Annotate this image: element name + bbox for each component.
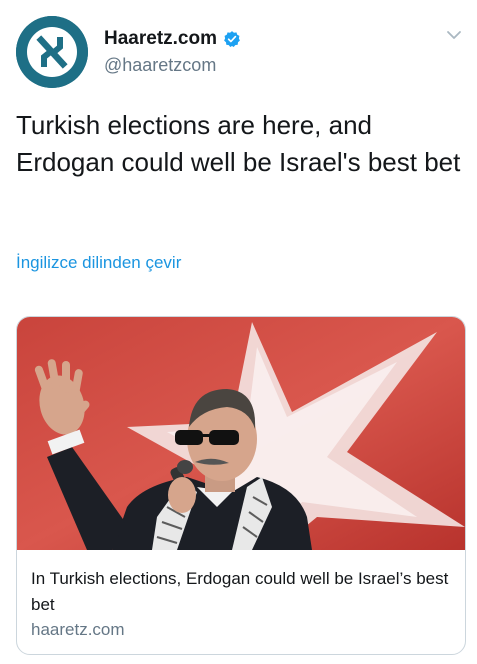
card-image xyxy=(17,317,465,550)
card-domain: haaretz.com xyxy=(31,620,125,639)
haaretz-logo-icon[interactable] xyxy=(16,16,88,88)
verified-badge-icon xyxy=(223,30,241,48)
tweet-text: Turkish elections are here, and Erdogan … xyxy=(16,110,461,177)
author-name-row: Haaretz.com xyxy=(104,28,241,50)
translate-tweet-link[interactable]: İngilizce dilinden çevir xyxy=(16,253,181,273)
link-preview-card[interactable]: In Turkish elections, Erdogan could well… xyxy=(16,316,466,655)
user-handle[interactable]: @haaretzcom xyxy=(104,55,216,76)
card-title: In Turkish elections, Erdogan could well… xyxy=(31,569,449,614)
tweet: Haaretz.com @haaretzcom Turkish election… xyxy=(0,0,477,664)
display-name[interactable]: Haaretz.com xyxy=(104,28,217,50)
chevron-down-icon[interactable] xyxy=(445,26,463,44)
